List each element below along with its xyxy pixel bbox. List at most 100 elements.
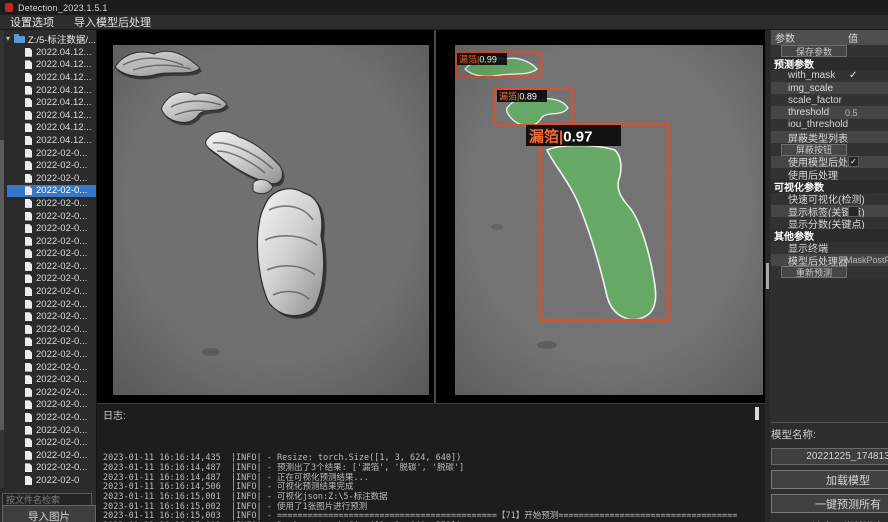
params-header-name: 参数 [771,30,795,45]
file-icon [25,98,32,107]
tree-item[interactable]: 2022-02-0... [5,449,96,462]
predict-all-button[interactable]: 一键预测所有 [771,494,888,513]
folder-icon [14,36,25,43]
params-scrollbar[interactable] [765,30,770,522]
param-name: with_mask [771,70,835,81]
tree-item[interactable]: 2022-02-0... [5,235,96,248]
file-icon [25,426,32,435]
tree-scrollbar-thumb[interactable] [0,140,4,430]
tree-item[interactable]: 2022-02-0... [5,147,96,160]
tree-item[interactable]: 2022-02-0... [5,373,96,386]
tree-item[interactable]: 2022-02-0... [5,197,96,210]
file-icon [25,463,32,472]
tree-item-label: 2022.04.12... [36,59,91,70]
log-scrollbar-thumb[interactable] [755,407,759,420]
tree-item[interactable]: 2022-02-0... [5,248,96,261]
tree-item[interactable]: 2022-02-0... [5,386,96,399]
tree-item[interactable]: 2022-02-0... [5,260,96,273]
caret-down-icon[interactable]: ▾ [5,34,11,43]
file-tree-pane: ▾ Z:/5-标注数据/... 2022.04.12... 2022.04.12… [0,30,97,522]
menu-settings[interactable]: 设置选项 [10,14,54,30]
tree-item[interactable]: 2022.04.12... [5,84,96,97]
param-row-item[interactable]: scale_factor [771,94,888,106]
file-icon [25,136,32,145]
tree-item-label: 2022-02-0... [36,412,87,423]
viewer-area: 漏箔|0.99 漏箔|0.89 漏箔|0.97 [97,30,765,522]
tree-item[interactable]: 2022.04.12... [5,59,96,72]
tree-item[interactable]: 2022-02-0... [5,348,96,361]
tree-item-label: 2022-02-0... [36,425,87,436]
param-row-item[interactable]: 模型后处理器MaskPostProcess [771,254,888,266]
tree-item[interactable]: 2022-02-0... [5,361,96,374]
tree-item[interactable]: 2022-02-0... [7,185,96,198]
file-icon [25,388,32,397]
tree-scrollbar[interactable] [0,30,4,488]
tree-item[interactable]: 2022.04.12... [5,46,96,59]
tree-item[interactable]: 2022.04.12... [5,122,96,135]
tree-item-label: 2022-02-0... [36,387,87,398]
tree-item[interactable]: 2022-02-0... [5,436,96,449]
file-icon [25,174,32,183]
model-name-label: 模型名称: [771,427,888,442]
tree-item[interactable]: 2022-02-0 [5,474,96,487]
tree-item[interactable]: 2022-02-0... [5,298,96,311]
tree-item-label: 2022.04.12... [36,110,91,121]
tree-item-label: 2022-02-0... [36,324,87,335]
file-icon [25,363,32,372]
menu-import-postprocess[interactable]: 导入模型后处理 [74,14,151,30]
load-model-button[interactable]: 加载模型 [771,470,888,489]
prediction-image-panel: 漏箔|0.99 漏箔|0.89 漏箔|0.97 [455,45,763,395]
param-row-item[interactable]: img_scale [771,82,888,94]
param-button[interactable]: 重新预测 [781,266,847,278]
param-row-item[interactable]: with_mask ✓ [771,70,888,82]
tree-item[interactable]: 2022-02-0... [5,399,96,412]
tree-item-label: 2022.04.12... [36,72,91,83]
param-checkbox[interactable]: ✓ [849,70,857,81]
model-name-field[interactable]: 20221225_174813 [771,448,888,465]
tree-item-label: 2022-02-0... [36,185,87,196]
tree-item[interactable]: 2022-02-0... [5,210,96,223]
tree-item[interactable]: 2022-02-0... [5,310,96,323]
tree-item[interactable]: 2022-02-0... [5,172,96,185]
tree-item[interactable]: 2022-02-0... [5,273,96,286]
tree-items: 2022.04.12... 2022.04.12... 2022.04.12..… [5,46,96,487]
file-icon [25,86,32,95]
file-icon [25,48,32,57]
model-block: 模型名称: 20221225_174813 加载模型 一键预测所有 速度:0 当… [771,422,888,522]
tree-item-label: 2022-02-0... [36,198,87,209]
window-title: Detection_2023.1.5.1 [18,3,108,13]
panel-divider[interactable] [434,30,436,403]
tree-item[interactable]: 2022-02-0... [5,462,96,475]
tree-root-label: Z:/5-标注数据/... [28,32,96,46]
param-value: MaskPostProcess [845,255,888,265]
import-images-button[interactable]: 导入图片 [2,505,96,522]
log-lines: 2023-01-11 16:16:14,435 |INFO| - Resize:… [103,425,765,522]
params-scrollbar-thumb[interactable] [766,263,769,289]
tree-root-folder[interactable]: ▾ Z:/5-标注数据/... [5,31,96,46]
file-icon [25,237,32,246]
original-image-panel [113,45,429,395]
tree-item[interactable]: 2022-02-0... [5,424,96,437]
tree-item[interactable]: 2022.04.12... [5,71,96,84]
tree-item[interactable]: 2022.04.12... [5,134,96,147]
param-row-item[interactable]: threshold0.5 [771,106,888,118]
file-icon [25,249,32,258]
app-window: Detection_2023.1.5.1 设置选项 导入模型后处理 ▾ Z:/5… [0,0,888,522]
file-icon [25,224,32,233]
params-header-value: 值 [848,30,858,45]
tree-item-label: 2022-02-0... [36,160,87,171]
params-rows: 保存参数预测参数with_mask✓img_scalescale_factort… [771,45,888,279]
file-icon [25,262,32,271]
tree-item[interactable]: 2022.04.12... [5,96,96,109]
tree-item[interactable]: 2022-02-0... [5,411,96,424]
param-checkbox[interactable]: ✓ [848,156,859,167]
tree-item[interactable]: 2022-02-0... [5,159,96,172]
tree-item[interactable]: 2022.04.12... [5,109,96,122]
tree-item[interactable]: 2022-02-0... [5,285,96,298]
param-row-item[interactable]: 屏蔽类型列表 [771,131,888,143]
file-icon [25,287,32,296]
tree-item[interactable]: 2022-02-0... [5,222,96,235]
tree-item[interactable]: 2022-02-0... [5,323,96,336]
tree-item[interactable]: 2022-02-0... [5,336,96,349]
log-title: 日志: [103,407,765,422]
